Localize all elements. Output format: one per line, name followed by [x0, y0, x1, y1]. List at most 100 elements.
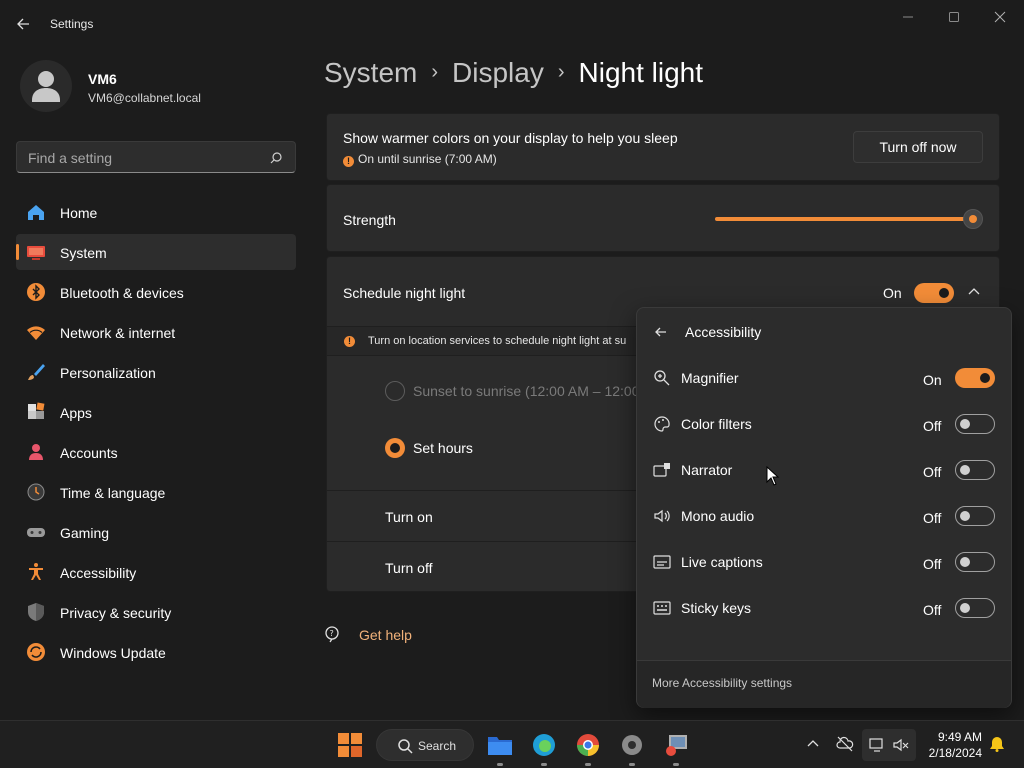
- back-arrow-icon[interactable]: [14, 14, 34, 34]
- settings-gear-icon[interactable]: [619, 732, 645, 758]
- flyout-item-label: Color filters: [681, 416, 752, 432]
- cloud-offline-icon[interactable]: [836, 735, 854, 753]
- turn-on-label: Turn on: [385, 509, 433, 525]
- breadcrumb: System › Display › Night light: [324, 57, 703, 89]
- minimize-icon[interactable]: [894, 8, 922, 26]
- sidebar-item-accessibility[interactable]: Accessibility: [16, 554, 296, 590]
- sidebar-item-bluetooth[interactable]: Bluetooth & devices: [16, 274, 296, 310]
- radio-set-hours[interactable]: [385, 438, 405, 458]
- schedule-state: On: [883, 285, 902, 301]
- maximize-icon[interactable]: [940, 8, 968, 26]
- taskbar: Search 9:49 AM 2/18/2024: [0, 720, 1024, 768]
- notification-bell-icon[interactable]: [988, 735, 1006, 753]
- schedule-toggle[interactable]: [914, 283, 954, 303]
- flyout-item-mono-audio[interactable]: Mono audio Off: [637, 496, 1011, 536]
- remote-desktop-icon[interactable]: [663, 732, 689, 758]
- chevron-up-icon[interactable]: [804, 735, 822, 753]
- taskbar-clock[interactable]: 9:49 AM 2/18/2024: [920, 729, 982, 761]
- sticky-keys-toggle[interactable]: [955, 598, 995, 618]
- narrator-toggle[interactable]: [955, 460, 995, 480]
- shield-icon: [28, 603, 44, 621]
- sidebar-item-accounts[interactable]: Accounts: [16, 434, 296, 470]
- network-icon: [869, 738, 883, 752]
- live-captions-toggle[interactable]: [955, 552, 995, 572]
- flyout-item-label: Live captions: [681, 554, 763, 570]
- running-indicator: [497, 763, 503, 766]
- more-accessibility-settings-link[interactable]: More Accessibility settings: [652, 676, 792, 690]
- sidebar-item-label: Apps: [60, 405, 92, 421]
- clock-date: 2/18/2024: [928, 746, 982, 760]
- user-name: VM6: [88, 71, 117, 87]
- running-indicator: [585, 763, 591, 766]
- color-filters-icon: [654, 416, 670, 432]
- search-icon: [270, 152, 282, 164]
- sidebar-item-apps[interactable]: Apps: [16, 394, 296, 430]
- sidebar-item-label: Home: [60, 205, 98, 221]
- flyout-item-color-filters[interactable]: Color filters Off: [637, 404, 1011, 444]
- back-arrow-icon[interactable]: [653, 324, 669, 340]
- update-icon: [27, 643, 45, 661]
- accounts-icon: [29, 444, 43, 460]
- flyout-item-magnifier[interactable]: Magnifier On: [637, 358, 1011, 398]
- search-placeholder: Find a setting: [28, 150, 113, 166]
- breadcrumb-display[interactable]: Display: [452, 57, 544, 88]
- flyout-item-state: Off: [923, 556, 942, 572]
- running-indicator: [629, 763, 635, 766]
- brush-icon: [28, 364, 45, 380]
- flyout-item-sticky-keys[interactable]: Sticky keys Off: [637, 588, 1011, 628]
- flyout-item-label: Mono audio: [681, 508, 755, 524]
- edge-browser-icon[interactable]: [531, 732, 557, 758]
- magnifier-toggle[interactable]: [955, 368, 995, 388]
- schedule-label: Schedule night light: [343, 285, 466, 301]
- turn-off-now-button[interactable]: Turn off now: [853, 131, 983, 163]
- breadcrumb-system[interactable]: System: [324, 57, 417, 88]
- wifi-icon: [27, 326, 45, 340]
- file-explorer-icon[interactable]: [487, 732, 513, 758]
- get-help-label: Get help: [359, 627, 412, 643]
- color-filters-toggle[interactable]: [955, 414, 995, 434]
- search-icon: [398, 739, 413, 754]
- sidebar-item-gaming[interactable]: Gaming: [16, 514, 296, 550]
- flyout-item-state: On: [923, 372, 942, 388]
- radio-sunset-label: Sunset to sunrise (12:00 AM – 12:00 A: [413, 383, 652, 399]
- flyout-item-narrator[interactable]: Narrator Off: [637, 450, 1011, 490]
- sidebar-item-windows-update[interactable]: Windows Update: [16, 634, 296, 670]
- sidebar-item-home[interactable]: Home: [16, 194, 296, 230]
- radio-set-hours-label: Set hours: [413, 440, 473, 456]
- radio-sunset-to-sunrise[interactable]: [385, 381, 405, 401]
- running-indicator: [541, 763, 547, 766]
- sticky-keys-icon: [653, 601, 671, 615]
- close-icon[interactable]: [986, 8, 1014, 26]
- sidebar-nav: Home System Bluetooth & devices Network …: [16, 194, 296, 674]
- bluetooth-icon: [27, 283, 45, 301]
- mono-audio-toggle[interactable]: [955, 506, 995, 526]
- clock-globe-icon: [27, 483, 45, 501]
- svg-text:?: ?: [330, 629, 334, 638]
- sidebar-item-personalization[interactable]: Personalization: [16, 354, 296, 390]
- sidebar-item-label: Windows Update: [60, 645, 166, 661]
- sidebar-item-network[interactable]: Network & internet: [16, 314, 296, 350]
- location-warning-text: Turn on location services to schedule ni…: [368, 335, 627, 347]
- night-light-description: Show warmer colors on your display to he…: [343, 130, 678, 146]
- chrome-browser-icon[interactable]: [575, 732, 601, 758]
- app-title: Settings: [50, 17, 94, 31]
- clock-time: 9:49 AM: [937, 730, 982, 744]
- strength-slider-track[interactable]: [715, 217, 973, 221]
- sidebar-item-privacy[interactable]: Privacy & security: [16, 594, 296, 630]
- sidebar-item-time-language[interactable]: Time & language: [16, 474, 296, 510]
- flyout-item-live-captions[interactable]: Live captions Off: [637, 542, 1011, 582]
- strength-slider-thumb[interactable]: [963, 209, 983, 229]
- info-icon: !: [344, 336, 355, 347]
- accessibility-icon: [29, 563, 43, 580]
- sidebar-item-label: System: [60, 245, 107, 261]
- sidebar-item-label: Accounts: [60, 445, 118, 461]
- flyout-item-label: Magnifier: [681, 370, 739, 386]
- tray-network-volume-group[interactable]: [862, 729, 916, 761]
- taskbar-search-label: Search: [418, 739, 457, 753]
- sidebar-item-system[interactable]: System: [16, 234, 296, 270]
- strength-label: Strength: [343, 212, 396, 228]
- chevron-up-icon[interactable]: [967, 285, 981, 299]
- start-icon[interactable]: [337, 732, 363, 758]
- search-input[interactable]: Find a setting: [16, 141, 296, 173]
- taskbar-search-button[interactable]: Search: [376, 729, 474, 761]
